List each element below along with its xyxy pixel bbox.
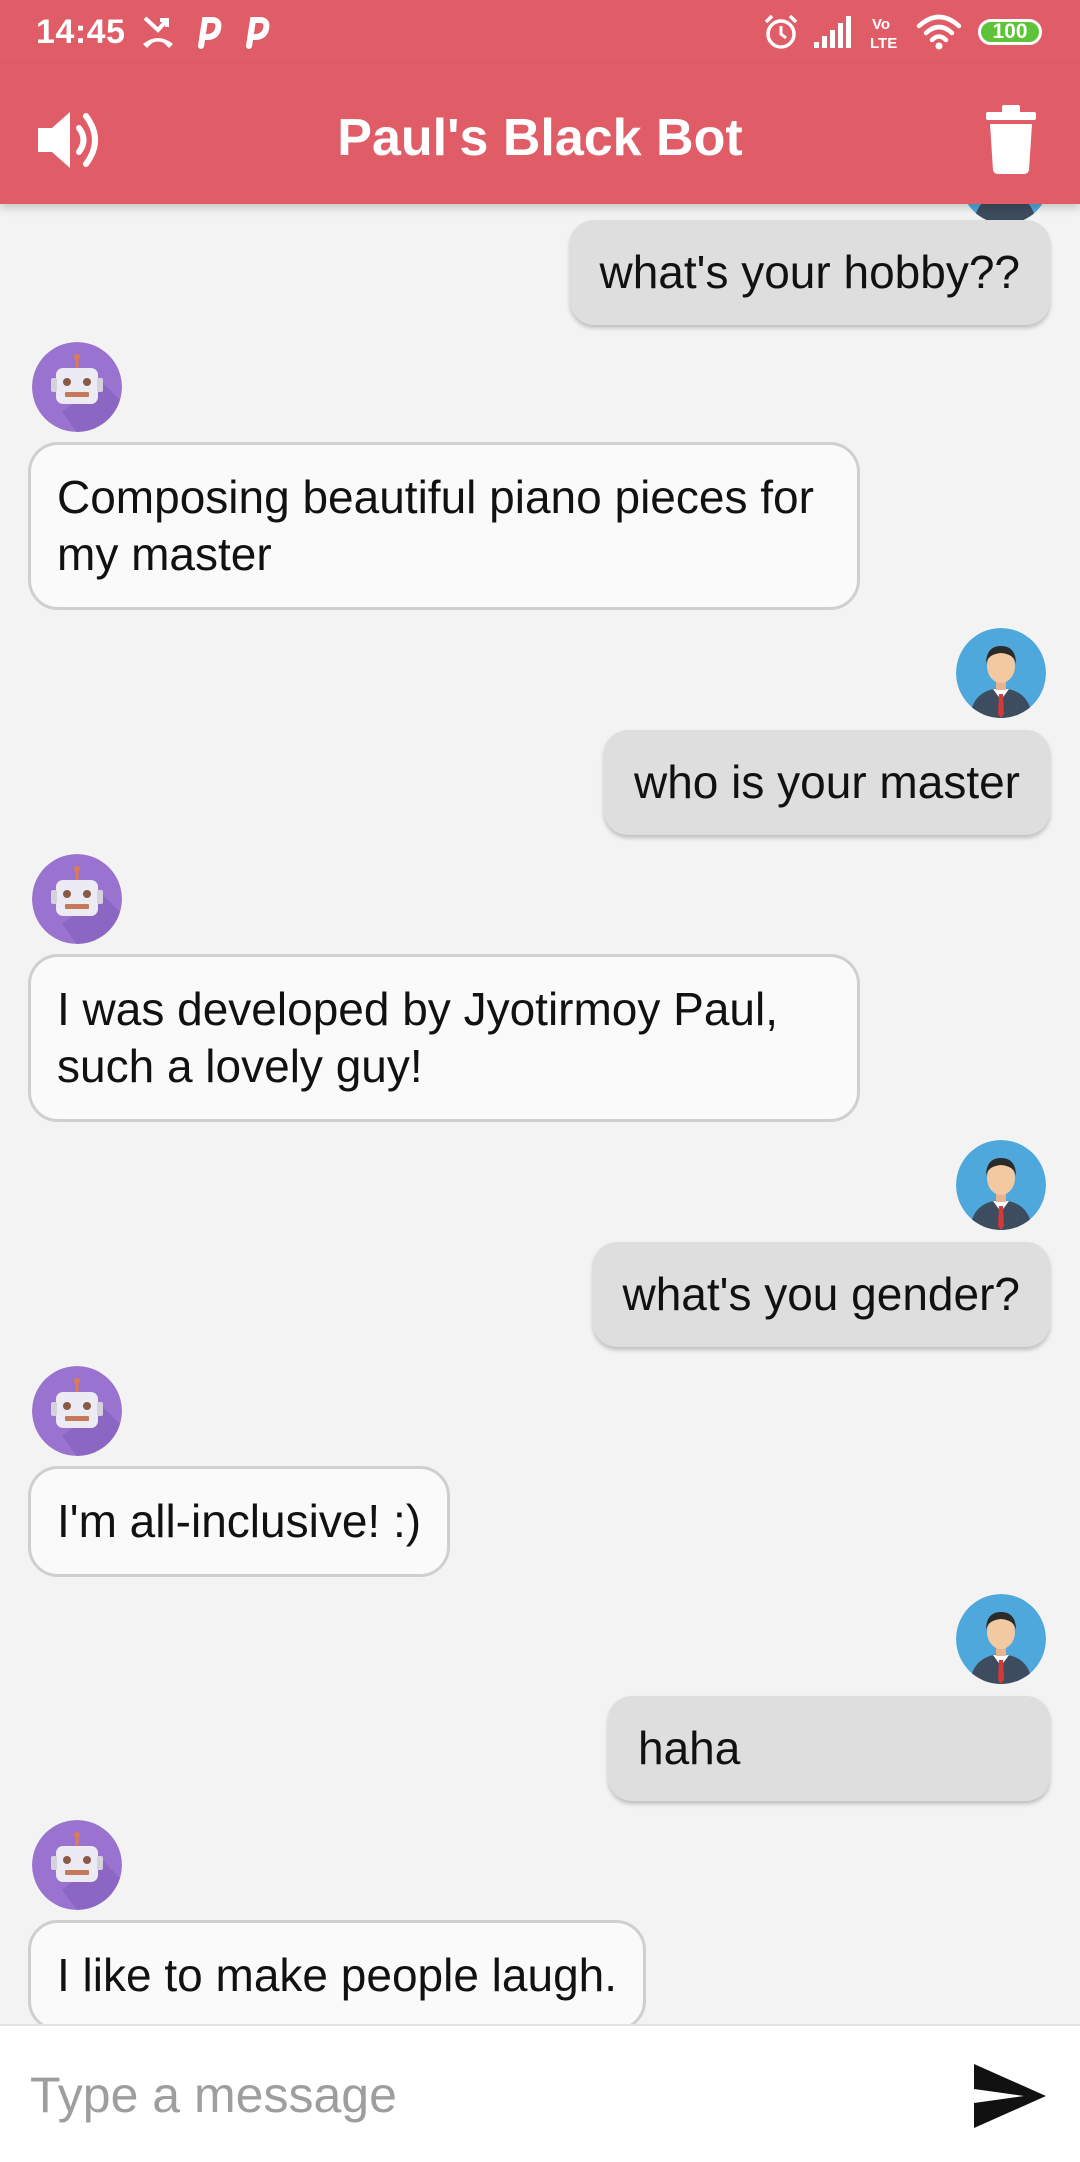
robot-avatar xyxy=(32,342,122,432)
bot-message: I was developed by Jyotirmoy Paul, such … xyxy=(28,954,860,1122)
user-message: what's you gender? xyxy=(592,1242,1050,1347)
user-message: haha xyxy=(608,1696,1050,1801)
parking-icon xyxy=(198,17,222,49)
robot-avatar xyxy=(32,1366,122,1456)
message-input[interactable] xyxy=(28,2052,932,2138)
volte-icon: Vo LTE xyxy=(870,16,897,52)
trash-icon xyxy=(986,105,1036,174)
message-composer xyxy=(0,2024,1080,2162)
businessman-avatar xyxy=(956,628,1046,718)
bot-avatar xyxy=(32,1366,122,1456)
status-time: 14:45 xyxy=(36,13,126,51)
app-title: Paul's Black Bot xyxy=(337,109,743,167)
user-message: what's your hobby?? xyxy=(569,220,1050,325)
svg-text:Vo: Vo xyxy=(872,16,890,33)
user-avatar xyxy=(956,1140,1046,1230)
missed-call-icon xyxy=(143,16,173,48)
businessman-avatar xyxy=(956,1594,1046,1684)
parking-icon xyxy=(246,17,270,49)
bot-message: I like to make people laugh. xyxy=(28,1920,647,2024)
signal-icon xyxy=(814,16,851,48)
send-icon xyxy=(974,2064,1046,2128)
delete-chat-button[interactable] xyxy=(972,100,1052,180)
alarm-icon xyxy=(764,14,798,49)
status-bar: 14:45 Vo LTE 100 xyxy=(0,0,1080,64)
battery-icon: 100 xyxy=(978,19,1042,45)
chat-list[interactable]: what's your hobby?? Composing beautiful … xyxy=(0,204,1080,2024)
bot-avatar xyxy=(32,342,122,432)
app-bar: Paul's Black Bot xyxy=(0,64,1080,204)
user-message: who is your master xyxy=(603,730,1050,835)
svg-text:LTE: LTE xyxy=(870,35,897,52)
robot-avatar xyxy=(32,1820,122,1910)
bot-message: Composing beautiful piano pieces for my … xyxy=(28,442,860,610)
send-button[interactable] xyxy=(972,2062,1048,2130)
bot-message: I'm all-inclusive! :) xyxy=(28,1466,451,1577)
wifi-icon xyxy=(916,14,962,50)
user-avatar xyxy=(956,1594,1046,1684)
bot-avatar xyxy=(32,1820,122,1910)
robot-avatar xyxy=(32,854,122,944)
bot-avatar xyxy=(32,854,122,944)
businessman-avatar xyxy=(956,1140,1046,1230)
user-avatar xyxy=(956,628,1046,718)
